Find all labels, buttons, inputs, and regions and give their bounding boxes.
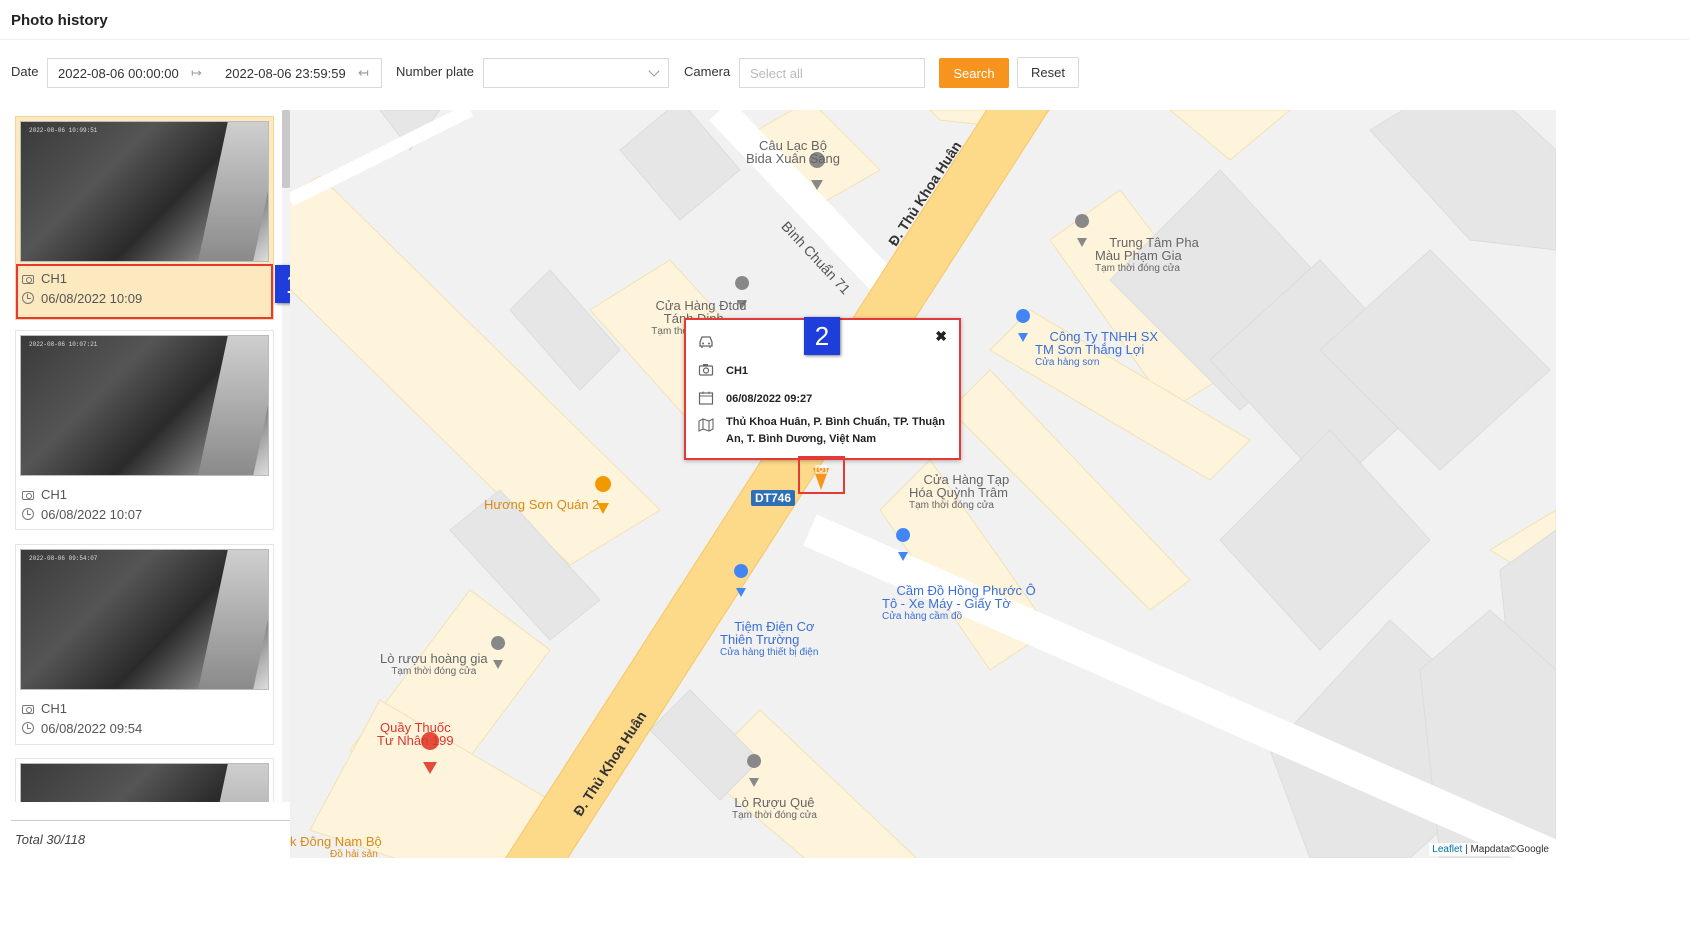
poi-name: Cầm Đồ Hồng Phước Ô Tô - Xe Máy - Giấy T… (882, 583, 1036, 611)
number-plate-label: Number plate (396, 64, 475, 79)
arrow-right-icon: ↦ (191, 65, 202, 80)
highlight-box-2 (798, 456, 845, 494)
poi-name: Lò Rượu Quê (734, 795, 815, 810)
photo-thumbnail[interactable]: 2022-08-06 10:09:51 (20, 121, 269, 262)
camera-label: Camera (684, 64, 731, 79)
map-icon (698, 418, 714, 432)
total-divider (11, 820, 290, 821)
clock-icon (22, 508, 34, 520)
photo-time: 06/08/2022 10:07 (41, 506, 143, 522)
poi-label[interactable]: Cầm Đồ Hồng Phước Ô Tô - Xe Máy - Giấy T… (882, 571, 1036, 649)
photo-time: 06/08/2022 09:54 (41, 720, 143, 736)
photo-thumbnail[interactable]: 2022-08-06 10:07:21 (20, 335, 269, 476)
poi-label[interactable]: Trung Tâm Pha Màu Phạm Gia Tạm thời đóng … (1095, 223, 1199, 301)
poi-label[interactable]: Lò rượu hoàng gia Tạm thời đóng cửa (380, 652, 488, 678)
poi-sub: Tạm thời đóng cửa (1095, 263, 1180, 274)
calendar-icon (698, 391, 714, 405)
poi-sub: Tạm thời đóng cửa (391, 666, 477, 677)
chevron-down-icon (648, 65, 660, 77)
map-view[interactable]: Đ. Thủ Khoa Huân Đ. Thủ Khoa Huân Bình C… (290, 110, 1556, 858)
leaflet-link[interactable]: Leaflet (1432, 844, 1462, 855)
poi-label[interactable]: Câu Lạc Bộ Bida Xuân Sang (746, 139, 840, 165)
poi-name: Trung Tâm Pha Màu Phạm Gia (1095, 235, 1199, 263)
photo-list[interactable]: 2022-08-06 10:09:51 CH1 06/08/2022 10:09… (11, 110, 290, 802)
poi-name: Lò rượu hoàng gia (380, 651, 488, 666)
page-title: Photo history (11, 12, 108, 29)
total-count: Total 30/118 (15, 832, 86, 847)
filter-bar: Date 2022-08-06 00:00:00 ↦ 2022-08-06 23… (0, 56, 1689, 88)
poi-sub: Đồ hải sản (330, 849, 378, 858)
clock-icon (22, 722, 34, 734)
poi-label[interactable]: Tiệm Điện Cơ Thiên Trường Cửa hàng thiết … (720, 607, 818, 685)
popup-camera: CH1 (726, 365, 749, 377)
photo-card[interactable]: 2022-08-06 10:07:21 CH1 06/08/2022 10:07 (15, 330, 274, 530)
arrow-left-icon: ↤ (358, 65, 369, 80)
camera-icon (22, 704, 34, 714)
scroll-thumb[interactable] (282, 110, 290, 188)
date-from-value[interactable]: 2022-08-06 00:00:00 (58, 66, 179, 81)
poi-sub: Tạm thời đóng cửa (732, 810, 817, 821)
poi-label[interactable]: Quầy Thuốc Tư Nhân 199 (377, 721, 454, 747)
date-label: Date (11, 64, 39, 79)
photo-camera: CH1 (41, 700, 68, 716)
poi-label[interactable]: k Đông Nam Bộ Đồ hải sản (290, 835, 382, 858)
poi-label[interactable]: Hương Sơn Quán 2 (484, 498, 599, 511)
close-icon[interactable]: ✖ (935, 328, 947, 345)
poi-name: Tiệm Điện Cơ Thiên Trường (720, 619, 815, 647)
photo-card[interactable] (15, 758, 274, 802)
number-plate-select[interactable] (483, 58, 669, 88)
poi-sub: Tạm thời đóng cửa (909, 500, 994, 511)
route-shield: DT746 (751, 490, 796, 506)
list-scrollbar[interactable] (282, 110, 290, 802)
popup-address: Thủ Khoa Huân, P. Bình Chuẩn, TP. Thuận … (726, 416, 945, 445)
annotation-badge-2: 2 (804, 317, 840, 355)
photo-thumbnail[interactable]: 2022-08-06 09:54:07 (20, 549, 269, 690)
photo-camera: CH1 (41, 486, 68, 502)
poi-name: Công Ty TNHH SX TM Sơn Thắng Lợi (1035, 329, 1159, 357)
poi-sub: Cửa hàng cầm đồ (882, 611, 963, 622)
title-divider (0, 39, 1689, 40)
date-range-picker[interactable]: 2022-08-06 00:00:00 ↦ 2022-08-06 23:59:5… (47, 58, 382, 88)
highlight-box-1 (16, 264, 273, 319)
camera-select-input[interactable] (739, 58, 925, 88)
poi-name: Cửa Hàng Tạp Hóa Quỳnh Trâm (909, 472, 1010, 500)
car-icon (699, 336, 713, 348)
map-attribution: Leaflet | Mapdata©Google (1429, 843, 1552, 856)
search-button[interactable]: Search (939, 58, 1009, 88)
poi-sub: Cửa hàng thiết bị điện (720, 647, 819, 658)
date-to-value[interactable]: 2022-08-06 23:59:59 (225, 66, 346, 81)
poi-label[interactable]: Lò Rượu Quê Tạm thời đóng cửa (732, 796, 817, 822)
poi-name: k Đông Nam Bộ (290, 834, 382, 849)
photo-thumbnail[interactable] (20, 763, 269, 802)
photo-card[interactable]: 2022-08-06 09:54:07 CH1 06/08/2022 09:54 (15, 544, 274, 745)
poi-sub: Cửa hàng sơn (1035, 357, 1100, 368)
attribution-text: | Mapdata©Google (1462, 844, 1549, 855)
reset-button[interactable]: Reset (1017, 57, 1079, 88)
camera-icon (22, 490, 34, 500)
poi-label[interactable]: Cửa Hàng Tạp Hóa Quỳnh Trâm Tạm thời đóng… (909, 460, 1009, 538)
camera-icon (698, 364, 714, 376)
popup-time: 06/08/2022 09:27 (726, 393, 813, 405)
poi-label[interactable]: Công Ty TNHH SX TM Sơn Thắng Lợi Cửa hàng… (1035, 317, 1158, 395)
